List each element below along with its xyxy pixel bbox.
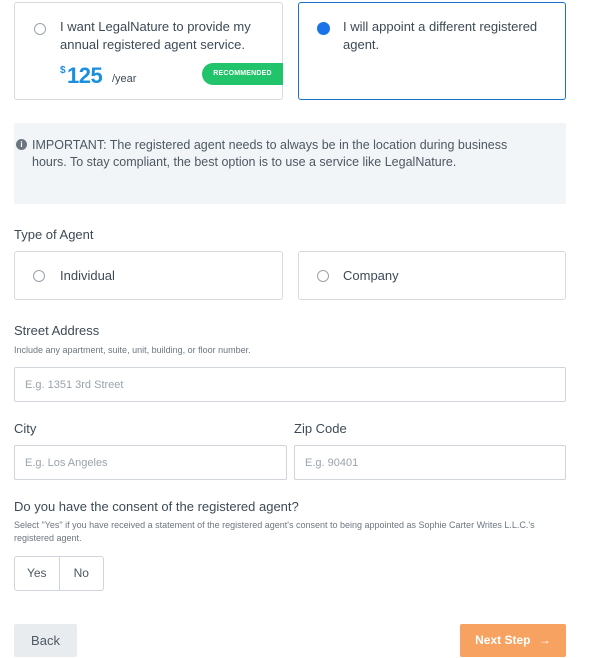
zip-code-field[interactable]	[294, 445, 566, 480]
street-address-field[interactable]	[14, 367, 566, 402]
back-button[interactable]: Back	[14, 624, 77, 657]
notice-text: IMPORTANT: The registered agent needs to…	[32, 138, 508, 169]
different-option-text: I will appoint a different registered ag…	[343, 19, 538, 52]
consent-hint: Select "Yes" if you have received a stat…	[14, 520, 535, 543]
consent-label: Do you have the consent of the registere…	[14, 499, 299, 514]
different-agent-option[interactable]: I will appoint a different registered ag…	[298, 2, 566, 100]
price-currency: $	[60, 65, 66, 76]
individual-radio[interactable]	[33, 270, 45, 282]
street-address-input[interactable]	[15, 368, 565, 401]
agent-type-label: Type of Agent	[14, 227, 94, 242]
legalnature-agent-option[interactable]: I want LegalNature to provide my annual …	[14, 2, 283, 100]
company-label: Company	[343, 268, 399, 283]
next-step-label: Next Step	[475, 633, 531, 647]
next-step-button[interactable]: Next Step →	[460, 624, 566, 657]
legalnature-option-radio[interactable]	[34, 23, 46, 35]
info-icon: i	[16, 139, 27, 150]
agent-type-individual[interactable]: Individual	[14, 251, 283, 300]
important-notice: i IMPORTANT: The registered agent needs …	[14, 123, 566, 204]
company-radio[interactable]	[317, 270, 329, 282]
recommended-badge: RECOMMENDED	[202, 63, 283, 85]
city-input[interactable]	[15, 446, 286, 479]
consent-no-button[interactable]: No	[58, 557, 104, 590]
consent-toggle: Yes No	[14, 556, 104, 591]
city-label: City	[14, 421, 37, 436]
price-amount: 125	[67, 63, 103, 88]
consent-yes-button[interactable]: Yes	[15, 557, 59, 590]
agent-type-company[interactable]: Company	[298, 251, 566, 300]
street-address-hint: Include any apartment, suite, unit, buil…	[14, 345, 251, 355]
zip-code-input[interactable]	[295, 446, 565, 479]
legalnature-option-text: I want LegalNature to provide my annual …	[60, 19, 251, 52]
city-field[interactable]	[14, 445, 287, 480]
street-address-label: Street Address	[14, 323, 100, 338]
price-period: /year	[112, 73, 137, 85]
individual-label: Individual	[60, 268, 115, 283]
different-option-radio[interactable]	[317, 22, 330, 35]
arrow-right-icon: →	[538, 633, 551, 647]
zip-code-label: Zip Code	[294, 421, 347, 436]
